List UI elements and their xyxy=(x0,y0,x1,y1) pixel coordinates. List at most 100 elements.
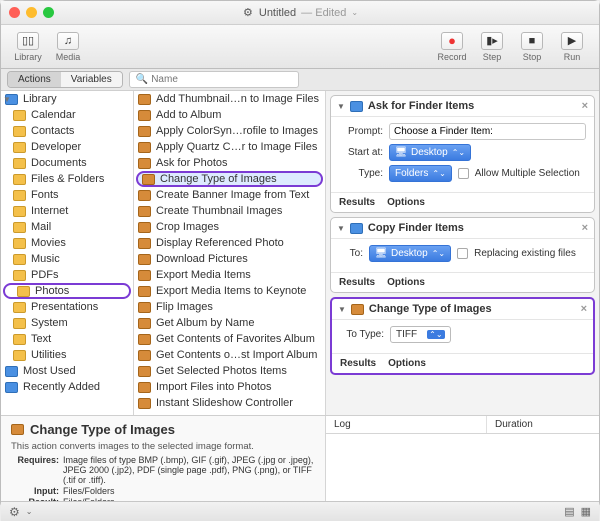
action-item[interactable]: Get Selected Photos Items xyxy=(134,363,325,379)
sidebar-item-text[interactable]: Text xyxy=(1,331,133,347)
sidebar-item-developer[interactable]: Developer xyxy=(1,139,133,155)
sidebar-item-utilities[interactable]: Utilities xyxy=(1,347,133,363)
search-input[interactable] xyxy=(151,74,292,85)
record-button[interactable]: ● Record xyxy=(433,32,471,62)
sidebar-most-used[interactable]: Most Used xyxy=(1,363,133,379)
workflow-canvas[interactable]: ▼ Ask for Finder Items × Prompt: Start a… xyxy=(326,91,599,415)
sidebar-item-mail[interactable]: Mail xyxy=(1,219,133,235)
sidebar-item-calendar[interactable]: Calendar xyxy=(1,107,133,123)
disclosure-icon[interactable]: ▼ xyxy=(3,95,11,104)
remove-action-button[interactable]: × xyxy=(582,222,588,234)
prompt-label: Prompt: xyxy=(339,126,383,137)
action-item[interactable]: Apply ColorSyn…rofile to Images xyxy=(134,123,325,139)
action-description-panel: Change Type of Images This action conver… xyxy=(1,416,326,501)
sidebar-item-music[interactable]: Music xyxy=(1,251,133,267)
options-button[interactable]: Options xyxy=(387,197,425,208)
log-panel: Log Duration xyxy=(326,416,599,501)
zoom-window-button[interactable] xyxy=(43,7,54,18)
tab-actions[interactable]: Actions xyxy=(8,72,61,87)
sidebar-item-photos[interactable]: Photos xyxy=(3,283,131,299)
preview-icon xyxy=(138,206,151,217)
action-item[interactable]: Instant Slideshow Controller xyxy=(134,395,325,411)
sidebar-root-library[interactable]: ▼ Library xyxy=(1,91,133,107)
view-workflow-button[interactable]: ▤ xyxy=(564,505,574,518)
action-item[interactable]: Create Thumbnail Images xyxy=(134,203,325,219)
sidebar-item-movies[interactable]: Movies xyxy=(1,235,133,251)
sidebar-item-presentations[interactable]: Presentations xyxy=(1,299,133,315)
action-item[interactable]: Download Pictures xyxy=(134,251,325,267)
action-item[interactable]: Export Media Items to Keynote xyxy=(134,283,325,299)
results-button[interactable]: Results xyxy=(339,197,375,208)
sidebar-recently-added[interactable]: Recently Added xyxy=(1,379,133,395)
folder-icon xyxy=(13,350,26,361)
tab-variables[interactable]: Variables xyxy=(61,72,122,87)
sidebar-item-internet[interactable]: Internet xyxy=(1,203,133,219)
run-button[interactable]: ▶ Run xyxy=(553,32,591,62)
action-item[interactable]: Change Type of Images xyxy=(136,171,323,187)
finder-icon xyxy=(350,101,363,112)
action-item[interactable]: Flip Images xyxy=(134,299,325,315)
sidebar-item-fonts[interactable]: Fonts xyxy=(1,187,133,203)
allow-multiple-checkbox[interactable] xyxy=(458,168,469,179)
workflow-action-change-type: ▼ Change Type of Images × To Type: TIFF⌃… xyxy=(330,297,595,375)
options-button[interactable]: Options xyxy=(388,358,426,369)
action-item[interactable]: Add to Album xyxy=(134,107,325,123)
gear-menu[interactable]: ⚙︎ xyxy=(9,505,20,519)
remove-action-button[interactable]: × xyxy=(582,100,588,112)
action-item[interactable]: Import Files into Photos xyxy=(134,379,325,395)
sidebar-item-documents[interactable]: Documents xyxy=(1,155,133,171)
remove-action-button[interactable]: × xyxy=(581,303,587,315)
disclosure-icon[interactable]: ▼ xyxy=(338,305,346,314)
sidebar-item-files-folders[interactable]: Files & Folders xyxy=(1,171,133,187)
preview-icon xyxy=(138,270,151,281)
replace-label: Replacing existing files xyxy=(474,248,576,259)
action-item[interactable]: Export Media Items xyxy=(134,267,325,283)
to-type-popup[interactable]: TIFF⌃⌄ xyxy=(390,326,451,343)
start-at-popup[interactable]: 🖥Desktop⌃⌄ xyxy=(389,144,471,161)
action-item[interactable]: Display Referenced Photo xyxy=(134,235,325,251)
step-icon: ▮▸ xyxy=(481,32,503,50)
sidebar-item-system[interactable]: System xyxy=(1,315,133,331)
action-item[interactable]: Apply Quartz C…r to Image Files xyxy=(134,139,325,155)
close-window-button[interactable] xyxy=(9,7,20,18)
action-item[interactable]: Add Thumbnail…n to Image Files xyxy=(134,91,325,107)
workflow-action-ask-finder: ▼ Ask for Finder Items × Prompt: Start a… xyxy=(330,95,595,213)
prompt-input[interactable] xyxy=(389,123,586,140)
media-button[interactable]: ♫ Media xyxy=(49,32,87,62)
desktop-icon: 🖥 xyxy=(375,249,387,259)
disclosure-icon[interactable]: ▼ xyxy=(337,102,345,111)
action-item[interactable]: Ask for Photos xyxy=(134,155,325,171)
library-button[interactable]: ▯▯ Library xyxy=(9,32,47,62)
to-popup[interactable]: 🖥Desktop⌃⌄ xyxy=(369,245,451,262)
title-dropdown-icon[interactable]: ⌄ xyxy=(351,8,358,17)
replace-checkbox[interactable] xyxy=(457,248,468,259)
action-item[interactable]: Crop Images xyxy=(134,219,325,235)
view-log-button[interactable]: ▦ xyxy=(581,505,591,518)
chevron-updown-icon: ⌃⌄ xyxy=(427,330,444,339)
action-item[interactable]: Get Contents o…st Import Album xyxy=(134,347,325,363)
search-field[interactable]: 🔍 xyxy=(129,71,299,88)
stop-button[interactable]: ■ Stop xyxy=(513,32,551,62)
log-col-log[interactable]: Log xyxy=(326,416,487,433)
description-requires: Image files of type BMP (.bmp), GIF (.gi… xyxy=(63,455,315,485)
log-col-duration[interactable]: Duration xyxy=(487,416,599,433)
actions-list: Add Thumbnail…n to Image FilesAdd to Alb… xyxy=(134,91,326,415)
preview-icon xyxy=(138,110,151,121)
preview-icon xyxy=(138,254,151,265)
action-item[interactable]: Create Banner Image from Text xyxy=(134,187,325,203)
minimize-window-button[interactable] xyxy=(26,7,37,18)
step-button[interactable]: ▮▸ Step xyxy=(473,32,511,62)
folder-icon xyxy=(13,270,26,281)
disclosure-icon[interactable]: ▼ xyxy=(337,224,345,233)
action-item[interactable]: Get Album by Name xyxy=(134,315,325,331)
preview-icon xyxy=(138,126,151,137)
action-item[interactable]: Get Contents of Favorites Album xyxy=(134,331,325,347)
preview-icon xyxy=(138,302,151,313)
sidebar-item-pdfs[interactable]: PDFs xyxy=(1,267,133,283)
type-popup[interactable]: Folders⌃⌄ xyxy=(389,165,452,182)
folder-icon xyxy=(13,190,26,201)
options-button[interactable]: Options xyxy=(387,277,425,288)
results-button[interactable]: Results xyxy=(339,277,375,288)
results-button[interactable]: Results xyxy=(340,358,376,369)
sidebar-item-contacts[interactable]: Contacts xyxy=(1,123,133,139)
